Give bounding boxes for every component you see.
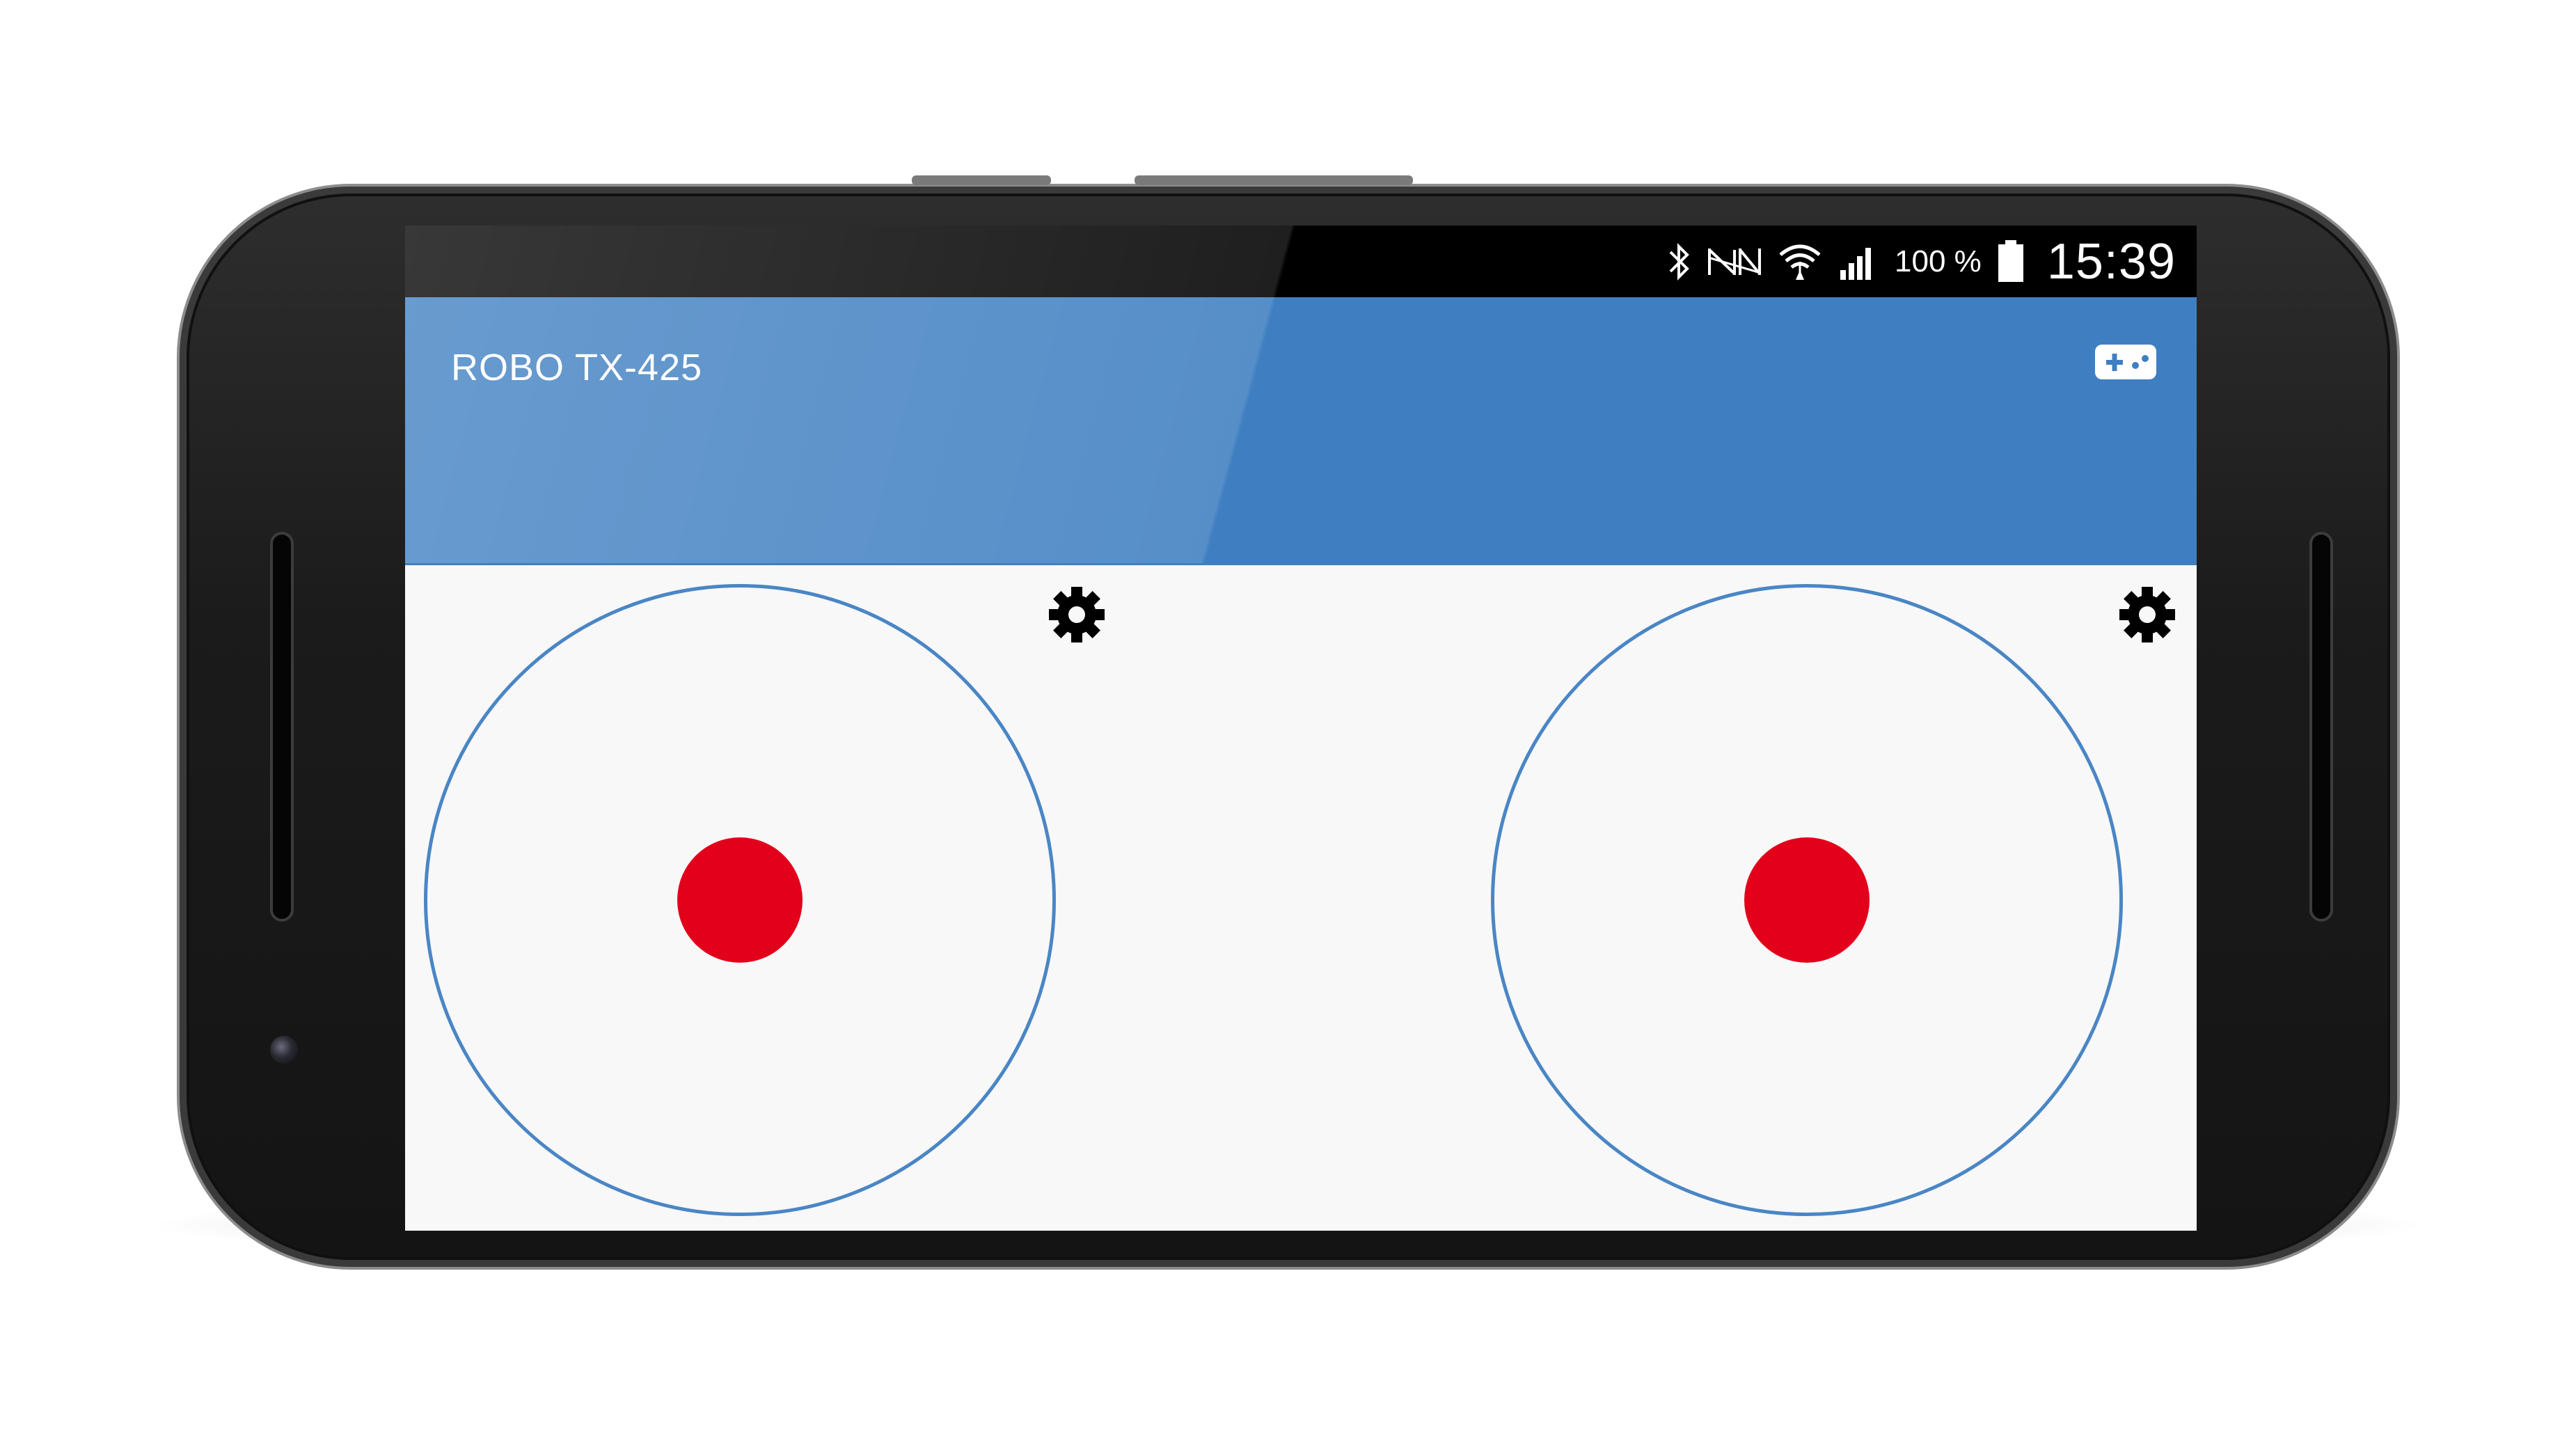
right-joystick-knob[interactable] (1744, 837, 1870, 963)
speaker-left (270, 532, 294, 922)
nfc-icon (1707, 244, 1762, 279)
app-bar: ROBO TX-425 (405, 297, 2197, 565)
volume-button (912, 175, 1051, 185)
app-screen: 100 % 15:39 ROBO TX-425 (405, 226, 2197, 1231)
left-joystick[interactable] (424, 584, 1056, 1216)
bluetooth-icon (1666, 242, 1691, 281)
left-joystick-knob[interactable] (677, 837, 803, 963)
battery-icon (1997, 239, 2025, 283)
status-clock: 15:39 (2046, 233, 2176, 290)
status-bar: 100 % 15:39 (405, 226, 2197, 297)
right-joystick[interactable] (1491, 584, 2123, 1216)
wifi-icon (1778, 242, 1822, 281)
gamepad-icon[interactable] (2094, 342, 2158, 382)
battery-percent: 100 % (1895, 244, 1982, 278)
front-camera (270, 1036, 298, 1064)
speaker-right (2309, 532, 2333, 922)
page-title: ROBO TX-425 (451, 347, 703, 388)
gear-icon[interactable] (1045, 583, 1108, 646)
gear-icon[interactable] (2116, 583, 2179, 646)
signal-icon (1838, 242, 1879, 281)
power-button (1135, 175, 1413, 185)
